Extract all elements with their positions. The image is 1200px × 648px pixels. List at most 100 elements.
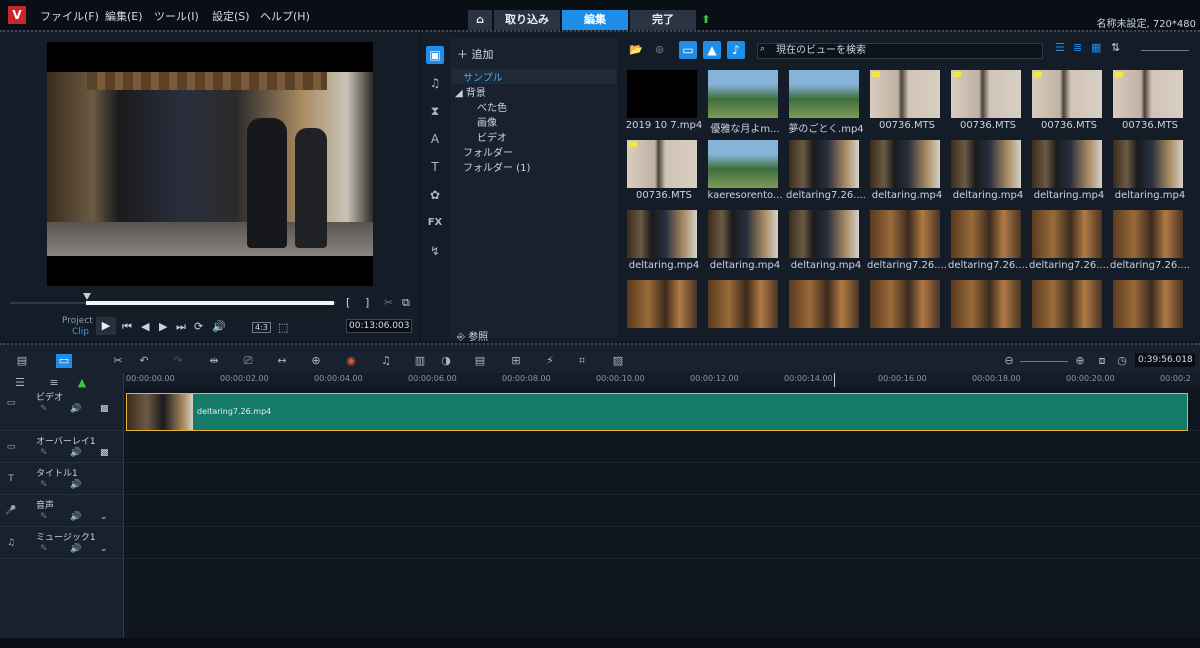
clip-mode-label[interactable]: Clip	[72, 327, 89, 337]
media-thumbnail[interactable]: deltaring.mp4	[787, 210, 865, 276]
crop-icon[interactable]: ⬚	[278, 321, 288, 334]
mark-in-button[interactable]: [	[346, 296, 350, 309]
home-icon[interactable]: ⌂	[468, 10, 492, 30]
tab-edit[interactable]: 編集	[562, 10, 628, 30]
edit-track-icon[interactable]: ✎	[40, 512, 48, 522]
media-thumbnail[interactable]	[1030, 280, 1108, 338]
media-thumbnail[interactable]: 00736.MTS	[949, 70, 1027, 136]
pan-zoom-icon[interactable]: ⌗	[574, 354, 590, 368]
time-ruler[interactable]: 00:00:00.00 00:00:02.00 00:00:04.00 00:00:0…	[124, 373, 1200, 387]
time-remap-icon[interactable]: ⚡	[542, 354, 558, 368]
track-header[interactable]: ▭ オーバーレイ1 ✎ 🔊 ▩	[0, 431, 124, 463]
path-icon[interactable]: ↯	[426, 242, 444, 260]
zoom-slider[interactable]	[1020, 361, 1068, 362]
storyboard-view-icon[interactable]: ▤	[14, 354, 30, 368]
tree-item-folder[interactable]: フォルダー	[463, 144, 513, 159]
thumb-size-slider[interactable]	[1141, 50, 1189, 51]
fit-project-icon[interactable]: ⧈	[1094, 354, 1110, 368]
media-thumbnail[interactable]: 00736.MTS	[1030, 70, 1108, 136]
show-audio-icon[interactable]: ♪	[727, 41, 745, 59]
media-thumbnail[interactable]: 00736.MTS	[868, 70, 946, 136]
menu-help[interactable]: ヘルプ(H)	[260, 8, 310, 24]
edit-track-icon[interactable]: ✎	[40, 404, 48, 414]
record-icon[interactable]: ⊛	[655, 43, 664, 56]
zoom-in-icon[interactable]: ⊕	[1072, 354, 1088, 368]
menu-tools[interactable]: ツール(I)	[154, 8, 199, 24]
expand-track-icon[interactable]: ⌄	[100, 512, 108, 522]
browse-button[interactable]: ⎆ 参照	[457, 328, 488, 343]
media-thumbnail[interactable]: 優雅な月よm...	[706, 70, 784, 136]
media-thumbnail[interactable]: deltaring.mp4	[868, 140, 946, 206]
fit-icon[interactable]: ⇹	[206, 354, 222, 368]
tab-share[interactable]: 完了	[630, 10, 696, 30]
show-video-icon[interactable]: ▭	[679, 41, 697, 59]
media-thumbnail[interactable]: deltaring7.26....	[1110, 210, 1190, 276]
list-view-icon[interactable]: ☰	[1055, 41, 1065, 54]
media-thumbnail[interactable]: deltaring.mp4	[1030, 140, 1108, 206]
prev-frame-icon[interactable]: ◀	[141, 320, 149, 333]
expand-track-icon[interactable]: ⌄	[100, 544, 108, 554]
graphics-icon[interactable]: ✿	[426, 186, 444, 204]
media-icon[interactable]: ▣	[426, 46, 444, 64]
tree-item-sample[interactable]: サンプル	[451, 69, 617, 84]
toolbar-options-icon[interactable]: ✂	[110, 354, 126, 368]
track-volume-icon[interactable]: 🔊	[70, 448, 81, 458]
transition-icon[interactable]: ⧗	[426, 102, 444, 120]
repeat-icon[interactable]: ⟳	[194, 320, 203, 333]
media-thumbnail[interactable]	[787, 280, 865, 338]
media-thumbnail[interactable]: 2019 10 7.mp4	[625, 70, 703, 136]
media-thumbnail[interactable]	[949, 280, 1027, 338]
volume-icon[interactable]: 🔊	[212, 320, 226, 333]
mask-icon[interactable]: ◑	[438, 354, 454, 368]
preview-window[interactable]	[47, 42, 373, 286]
tree-item-image[interactable]: 画像	[477, 114, 497, 129]
upload-arrow-icon[interactable]: ⬆	[698, 10, 714, 30]
tree-item-background[interactable]: ◢ 背景	[455, 84, 486, 99]
record-screen-icon[interactable]: ⎚	[240, 354, 256, 368]
ripple-edit-icon[interactable]: ▩	[100, 404, 109, 414]
sort-icon[interactable]: ⇅	[1111, 41, 1120, 54]
folder-icon[interactable]: 📂	[629, 43, 643, 56]
add-folder-button[interactable]: ＋ 追加	[457, 46, 494, 62]
edit-track-icon[interactable]: ✎	[40, 544, 48, 554]
edit-track-icon[interactable]: ✎	[40, 480, 48, 490]
playhead[interactable]	[834, 373, 835, 387]
media-thumbnail[interactable]: deltaring.mp4	[1111, 140, 1189, 206]
media-thumbnail[interactable]: 00736.MTS	[1111, 70, 1189, 136]
track-volume-icon[interactable]: 🔊	[70, 404, 81, 414]
media-thumbnail[interactable]: deltaring7.26....	[786, 140, 866, 206]
zoom-out-icon[interactable]: ⊖	[1001, 354, 1017, 368]
tree-item-folder1[interactable]: フォルダー (1)	[463, 159, 530, 174]
title-icon[interactable]: T	[426, 158, 444, 176]
audio-mix-icon[interactable]: ♫	[378, 354, 394, 368]
timecode-display[interactable]: 00:13:06.003	[346, 319, 412, 333]
search-input[interactable]: 現在のビューを検索	[757, 43, 1043, 59]
media-thumbnail[interactable]: deltaring.mp4	[949, 140, 1027, 206]
stretch-icon[interactable]: ↔	[274, 354, 290, 368]
snapshot-icon[interactable]: ⧉	[402, 296, 410, 310]
ripple-edit-icon[interactable]: ▩	[100, 448, 109, 458]
tab-capture[interactable]: 取り込み	[494, 10, 560, 30]
menu-settings[interactable]: 設定(S)	[212, 8, 250, 24]
multicam-icon[interactable]: ▥	[412, 354, 428, 368]
track-volume-icon[interactable]: 🔊	[70, 480, 81, 490]
track-header[interactable]: 🎤 音声 ✎ 🔊 ⌄	[0, 495, 124, 527]
template-icon[interactable]: A	[426, 130, 444, 148]
media-thumbnail[interactable]: deltaring7.26....	[948, 210, 1028, 276]
media-thumbnail[interactable]	[625, 280, 703, 338]
aspect-ratio-dropdown[interactable]: 4:3	[252, 322, 271, 333]
media-thumbnail[interactable]: 00736.MTS	[625, 140, 703, 206]
media-thumbnail[interactable]: deltaring7.26....	[1029, 210, 1109, 276]
media-thumbnail[interactable]	[868, 280, 946, 338]
track-header[interactable]: T タイトル1 ✎ 🔊	[0, 463, 124, 495]
video-clip[interactable]: deltaring7.26.mp4	[126, 393, 1188, 431]
redo-icon[interactable]: ↷	[170, 354, 186, 368]
subtitle-icon[interactable]: ▤	[472, 354, 488, 368]
media-thumbnail[interactable]: deltaring.mp4	[625, 210, 703, 276]
home-start-icon[interactable]: ⏮	[122, 320, 132, 334]
next-frame-icon[interactable]: ▶	[159, 320, 167, 333]
trim-selection[interactable]	[86, 301, 334, 305]
detail-view-icon[interactable]: ≣	[1073, 41, 1082, 54]
tree-item-video[interactable]: ビデオ	[477, 129, 507, 144]
show-photo-icon[interactable]: ▲	[703, 41, 721, 59]
